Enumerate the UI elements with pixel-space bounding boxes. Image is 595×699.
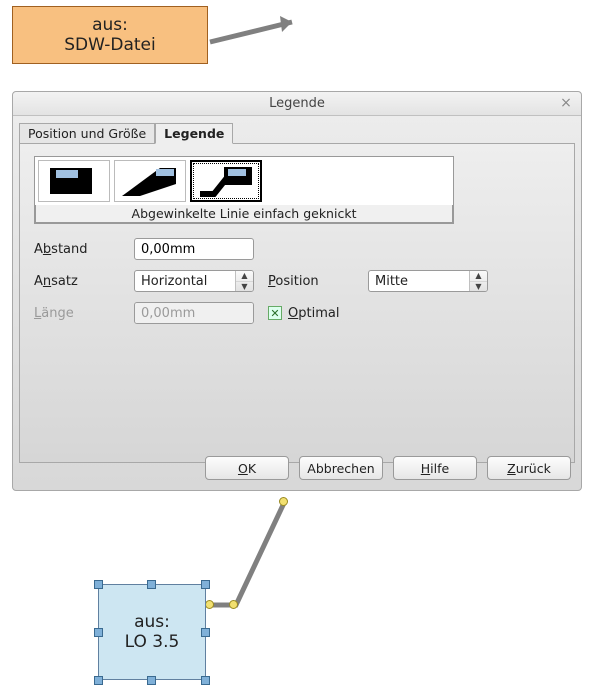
label-optimal: Optimal [288, 306, 339, 321]
callout-lo35-selection[interactable]: aus: LO 3.5 [80, 562, 230, 692]
ansatz-dropdown-icon[interactable]: ▲▼ [235, 271, 253, 291]
dialog-buttons: OK Abbrechen Hilfe Zurück [205, 456, 571, 480]
callout-sdw-line1: aus: [92, 15, 128, 35]
resize-handle[interactable] [201, 580, 210, 589]
resize-handle[interactable] [94, 628, 103, 637]
callout-lo35[interactable]: aus: LO 3.5 [98, 584, 206, 680]
callout-lo35-line2: LO 3.5 [125, 632, 180, 652]
laenge-spinbox: ▲▼ [134, 302, 254, 324]
ansatz-value: Horizontal [135, 271, 235, 291]
tab-panel-legende: Abgewinkelte Linie einfach geknickt Abst… [19, 143, 575, 463]
position-value: Mitte [369, 271, 469, 291]
reset-button[interactable]: Zurück [487, 456, 571, 480]
connector-bend-handle[interactable] [229, 600, 238, 609]
callout-style-2[interactable] [114, 160, 186, 202]
help-button[interactable]: Hilfe [393, 456, 477, 480]
position-combo[interactable]: Mitte ▲▼ [368, 270, 488, 292]
callout-sdw-line2: SDW-Datei [64, 35, 156, 55]
close-icon[interactable]: × [557, 94, 575, 112]
check-icon: ✕ [268, 306, 282, 320]
tab-position-size[interactable]: Position und Größe [19, 123, 155, 144]
legend-dialog: Legende × Position und Größe Legende Abg… [12, 91, 582, 491]
cancel-button[interactable]: Abbrechen [299, 456, 383, 480]
ansatz-combo[interactable]: Horizontal ▲▼ [134, 270, 254, 292]
callout-style-selector: Abgewinkelte Linie einfach geknickt [34, 156, 454, 224]
label-position: Position [268, 274, 354, 289]
arrow-to-dialog-icon [206, 14, 316, 62]
optimal-checkbox[interactable]: ✕ Optimal [268, 306, 339, 321]
resize-handle[interactable] [94, 676, 103, 685]
callout-sdw: aus: SDW-Datei [12, 6, 208, 64]
abstand-spinbox[interactable]: ▲▼ [134, 238, 254, 260]
resize-handle[interactable] [94, 580, 103, 589]
dialog-title: Legende [269, 96, 325, 111]
callout-lo35-line1: aus: [134, 612, 170, 632]
dialog-titlebar[interactable]: Legende × [13, 92, 581, 116]
label-ansatz: Ansatz [34, 274, 120, 289]
callout-style-caption: Abgewinkelte Linie einfach geknickt [35, 205, 453, 223]
resize-handle[interactable] [147, 580, 156, 589]
callout-style-list [35, 157, 453, 205]
laenge-input [135, 303, 254, 323]
resize-handle[interactable] [201, 628, 210, 637]
tab-bar: Position und Größe Legende [13, 116, 581, 143]
callout-style-3[interactable] [190, 160, 262, 202]
connector-end-handle[interactable] [279, 497, 288, 506]
position-dropdown-icon[interactable]: ▲▼ [469, 271, 487, 291]
ok-button[interactable]: OK [205, 456, 289, 480]
abstand-input[interactable] [135, 239, 254, 259]
tab-legende[interactable]: Legende [155, 123, 233, 144]
callout-style-1[interactable] [38, 160, 110, 202]
label-abstand: Abstand [34, 242, 120, 257]
label-laenge: Länge [34, 306, 120, 321]
resize-handle[interactable] [201, 676, 210, 685]
resize-handle[interactable] [147, 676, 156, 685]
